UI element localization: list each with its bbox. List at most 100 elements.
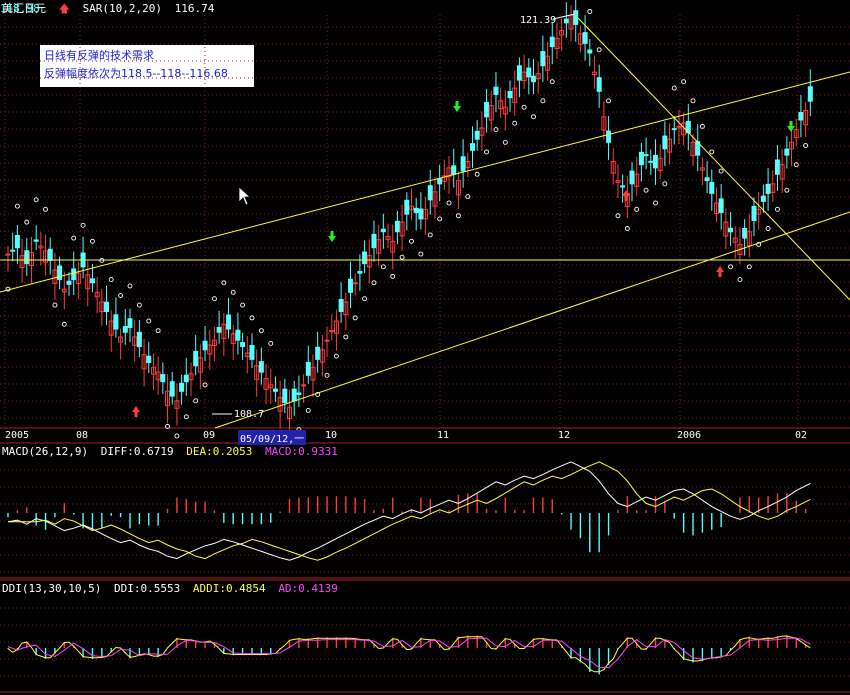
sar-dot xyxy=(193,398,199,404)
candle xyxy=(249,345,255,360)
sar-dot xyxy=(728,264,733,270)
sell-arrow-icon xyxy=(328,231,336,242)
candle xyxy=(418,208,424,220)
candle xyxy=(33,239,39,242)
candle xyxy=(179,382,185,392)
x-selected-date: 05/09/12,一 xyxy=(238,430,307,445)
ad-line xyxy=(7,637,811,669)
mouse-cursor-icon xyxy=(238,186,252,206)
sar-dot xyxy=(662,181,668,187)
sar-dot xyxy=(240,302,246,308)
sar-dot xyxy=(333,353,339,359)
ad-value: AD:0.4139 xyxy=(278,582,338,595)
candle xyxy=(357,270,363,274)
sar-dot xyxy=(474,171,480,177)
candle xyxy=(305,361,311,376)
candle xyxy=(282,388,288,403)
candle xyxy=(648,160,654,163)
sar-dot xyxy=(784,187,790,193)
sar-dot xyxy=(80,222,86,228)
candle xyxy=(596,77,602,92)
candle xyxy=(587,49,593,54)
sar-dot xyxy=(418,251,424,257)
candle xyxy=(380,228,386,233)
sar-dot xyxy=(606,98,612,104)
sar-dot xyxy=(521,104,527,110)
sar-dot xyxy=(643,187,649,193)
lower-channel-line xyxy=(214,211,850,429)
candle xyxy=(394,220,400,233)
candle xyxy=(324,339,330,342)
candle xyxy=(47,248,53,261)
sar-dot xyxy=(615,213,621,219)
sar-dot xyxy=(746,264,752,270)
candle xyxy=(484,101,490,118)
sar-dot xyxy=(24,219,30,225)
sar-dot xyxy=(531,114,536,120)
candle xyxy=(89,278,95,284)
candle xyxy=(728,227,734,233)
candle xyxy=(549,36,555,48)
candle xyxy=(362,251,368,265)
candle xyxy=(413,207,419,214)
upper-channel-line xyxy=(0,71,850,293)
sar-dot xyxy=(371,280,377,286)
x-tick-02: 02 xyxy=(795,430,808,441)
candle xyxy=(709,181,715,194)
buy-arrow-icon xyxy=(622,190,630,201)
sar-dot xyxy=(136,302,142,308)
candle xyxy=(540,51,546,67)
candle xyxy=(784,148,790,156)
ddi-value: DDI:0.5553 xyxy=(113,582,181,595)
sar-dot xyxy=(127,283,133,289)
candle xyxy=(226,314,232,330)
sar-dot xyxy=(502,139,508,145)
sar-dot xyxy=(549,79,555,85)
sar-dot xyxy=(709,149,715,155)
sar-dot xyxy=(343,334,349,340)
candle xyxy=(427,185,433,201)
candle xyxy=(14,234,20,249)
candle xyxy=(66,280,72,285)
x-tick-10: 10 xyxy=(325,430,338,441)
candle xyxy=(704,177,710,182)
sar-dot xyxy=(446,200,452,206)
sar-dot xyxy=(718,168,724,174)
candle xyxy=(620,185,626,188)
candle xyxy=(671,128,677,131)
sar-dot xyxy=(634,206,640,212)
sar-dot xyxy=(14,203,20,209)
high-label: 121.39 xyxy=(520,15,556,26)
candle xyxy=(516,65,522,81)
sar-dot xyxy=(305,407,311,413)
candle xyxy=(113,314,119,330)
sar-dot xyxy=(587,9,593,14)
sar-dot xyxy=(118,293,124,298)
candle xyxy=(493,86,499,95)
candle xyxy=(774,159,780,175)
candle xyxy=(10,249,16,252)
candle xyxy=(765,183,771,194)
candle xyxy=(235,329,241,341)
sar-dot xyxy=(512,120,518,126)
sar-dot xyxy=(390,273,396,279)
candle xyxy=(742,228,748,239)
candle xyxy=(301,384,307,387)
macd-header: MACD(26,12,9) DIFF:0.6719 DEA:0.2053 MAC… xyxy=(2,444,344,459)
candle xyxy=(460,156,466,172)
sar-dot xyxy=(61,321,67,327)
sar-dot xyxy=(653,200,658,206)
sar-dot xyxy=(765,226,771,231)
candle xyxy=(160,374,166,383)
candle xyxy=(507,91,513,99)
candle xyxy=(348,278,354,293)
candle xyxy=(202,340,208,351)
x-tick-08: 08 xyxy=(76,430,89,441)
sar-dot xyxy=(183,414,189,420)
x-tick-12: 12 xyxy=(558,430,571,441)
sar-dot xyxy=(258,328,264,334)
candle xyxy=(291,388,297,402)
buy-arrow-icon xyxy=(132,406,140,417)
candle xyxy=(760,195,766,202)
sar-dot xyxy=(221,280,227,286)
